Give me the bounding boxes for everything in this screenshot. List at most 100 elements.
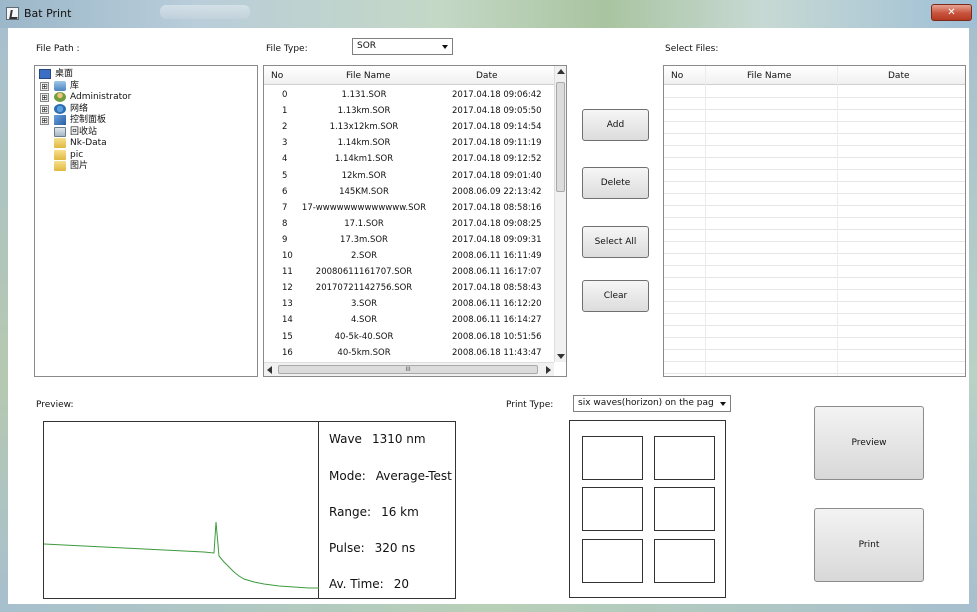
row-file-name: 2.SOR [350, 251, 378, 261]
table-row[interactable]: 6 145KM.SOR 2008.06.09 22:13:42 [264, 186, 554, 198]
tree-item[interactable]: 桌面 [35, 68, 255, 80]
tree-item-label: 回收站 [70, 126, 98, 137]
row-date: 2017.04.18 09:06:42 [452, 90, 542, 100]
select-all-button[interactable]: Select All [582, 226, 649, 258]
column-divider [837, 66, 838, 376]
row-file-name: 17.3m.SOR [340, 234, 388, 245]
clear-button[interactable]: Clear [582, 280, 649, 312]
selected-files-list[interactable]: No File Name Date [663, 65, 966, 377]
row-date: 2008.06.11 16:12:20 [452, 299, 542, 310]
table-row[interactable]: 13 3.SOR 2008.06.11 16:12:20 [264, 298, 554, 310]
header-file-name[interactable]: File Name [346, 71, 390, 81]
title-bar-highlight [160, 5, 250, 19]
wave-label: Wave [329, 432, 362, 446]
library-icon [54, 80, 66, 91]
row-file-name: 3.SOR [350, 299, 378, 310]
folder-icon [54, 149, 66, 160]
range-label: Range: [329, 505, 372, 519]
table-row[interactable]: 9 17.3m.SOR 2017.04.18 09:09:31 [264, 234, 554, 246]
file-list-horizontal-scrollbar[interactable]: III [264, 362, 554, 376]
tree-item[interactable]: 回收站 [35, 126, 255, 138]
table-row[interactable]: 14 4.SOR 2008.06.11 16:14:27 [264, 314, 554, 326]
print-layout-preview [569, 420, 726, 598]
select-files-label: Select Files: [665, 44, 719, 54]
add-button[interactable]: Add [582, 109, 649, 141]
expand-icon[interactable]: ⊞ [40, 93, 49, 102]
mode-value: Average-Test [375, 469, 452, 483]
layout-cell [654, 539, 715, 583]
row-date: 2008.06.11 16:17:07 [452, 267, 542, 278]
expand-icon[interactable]: ⊞ [40, 81, 49, 91]
tree-item[interactable]: ⊞ 控制面板 [35, 114, 255, 126]
scroll-right-icon[interactable] [546, 366, 551, 374]
scroll-up-icon[interactable] [557, 69, 565, 74]
table-row[interactable]: 5 12km.SOR 2017.04.18 09:01:40 [264, 170, 554, 182]
table-row[interactable]: 12 20170721142756.SOR 2017.04.18 08:58:43 [264, 282, 554, 294]
row-file-name: 40-5k-40.SOR [334, 331, 394, 342]
tree-item[interactable]: ⊞ 库 [35, 80, 255, 92]
chevron-down-icon [442, 45, 448, 49]
range-row: Range: 16 km [329, 505, 419, 519]
layout-cell [654, 436, 715, 480]
tree-item[interactable]: ⊞ 网络 [35, 103, 255, 115]
table-row[interactable]: 4 1.14km1.SOR 2017.04.18 09:12:52 [264, 153, 554, 165]
table-row[interactable]: 0 1.131.SOR 2017.04.18 09:06:42 [264, 89, 554, 101]
file-list[interactable]: No File Name Date 0 1.131.SOR 2017.04.18 0… [263, 65, 567, 377]
selected-list-grid [664, 86, 965, 376]
row-file-name: 40-5km.SOR [337, 347, 391, 358]
file-type-select[interactable]: SOR [352, 38, 453, 55]
layout-cell [582, 436, 643, 480]
app-icon [6, 7, 19, 20]
print-button[interactable]: Print [814, 508, 924, 582]
window-frame-left [0, 28, 8, 612]
layout-cell [582, 539, 643, 583]
scroll-left-icon[interactable] [267, 366, 272, 374]
tree-item-label: 图片 [70, 161, 89, 171]
selected-header-date[interactable]: Date [888, 71, 910, 81]
scrollbar-thumb[interactable] [556, 82, 565, 192]
scrollbar-thumb-horizontal[interactable]: III [278, 365, 538, 374]
table-row[interactable]: 2 1.13x12km.SOR 2017.04.18 09:14:54 [264, 121, 554, 133]
folder-tree[interactable]: 桌面 ⊞ 库 ⊞ Administrator ⊞ 网络 ⊞ 控制面板 回收站 Nk-Data pic 图… [34, 65, 258, 377]
table-row[interactable]: 11 20080611161707.SOR 2008.06.11 16:17:07 [264, 266, 554, 278]
column-divider [705, 66, 706, 376]
selected-header-no[interactable]: No [671, 71, 683, 81]
header-no[interactable]: No [271, 71, 283, 81]
preview-button[interactable]: Preview [814, 406, 924, 480]
tree-item-label: 网络 [70, 103, 89, 114]
tree-item[interactable]: pic [35, 149, 255, 161]
row-file-name: 1.131.SOR [341, 90, 387, 100]
table-row[interactable]: 7 17-wwwwwwwwwwwww.SOR 2017.04.18 08:58:16 [264, 202, 554, 214]
table-row[interactable]: 1 1.13km.SOR 2017.04.18 09:05:50 [264, 105, 554, 117]
row-date: 2017.04.18 09:14:54 [452, 122, 542, 133]
delete-button[interactable]: Delete [582, 167, 649, 199]
scroll-down-icon[interactable] [557, 354, 565, 359]
table-row[interactable]: 3 1.14km.SOR 2017.04.18 09:11:19 [264, 137, 554, 149]
window-title: Bat Print [24, 7, 72, 20]
row-file-name: 1.14km.SOR [337, 138, 391, 149]
wave-value: 1310 nm [371, 432, 426, 446]
file-list-vertical-scrollbar[interactable] [554, 66, 566, 362]
close-button[interactable]: ✕ [931, 4, 972, 21]
tree-item[interactable]: 图片 [35, 160, 255, 172]
folder-icon [54, 138, 66, 148]
expand-icon[interactable]: ⊞ [40, 116, 49, 125]
table-row[interactable]: 8 17.1.SOR 2017.04.18 09:08:25 [264, 218, 554, 230]
selected-header-file-name[interactable]: File Name [747, 71, 791, 81]
avtime-value: 20 [393, 577, 409, 591]
tree-item[interactable]: ⊞ Administrator [35, 91, 255, 103]
table-row[interactable]: 10 2.SOR 2008.06.11 16:11:49 [264, 250, 554, 262]
row-date: 2008.06.09 22:13:42 [452, 186, 542, 197]
expand-icon[interactable]: ⊞ [40, 104, 49, 114]
layout-cell [654, 487, 715, 531]
print-type-select[interactable]: six waves(horizon) on the pag [573, 395, 731, 412]
table-row[interactable]: 16 40-5km.SOR 2008.06.18 11:43:47 [264, 347, 554, 359]
chevron-down-icon [720, 402, 726, 406]
preview-label: Preview: [36, 400, 74, 410]
layout-cell [582, 487, 643, 531]
table-row[interactable]: 15 40-5k-40.SOR 2008.06.18 10:51:56 [264, 331, 554, 343]
row-file-name: 1.13x12km.SOR [329, 122, 399, 133]
tree-item[interactable]: Nk-Data [35, 137, 255, 149]
window-frame-bottom [0, 604, 977, 612]
header-date[interactable]: Date [476, 71, 498, 81]
